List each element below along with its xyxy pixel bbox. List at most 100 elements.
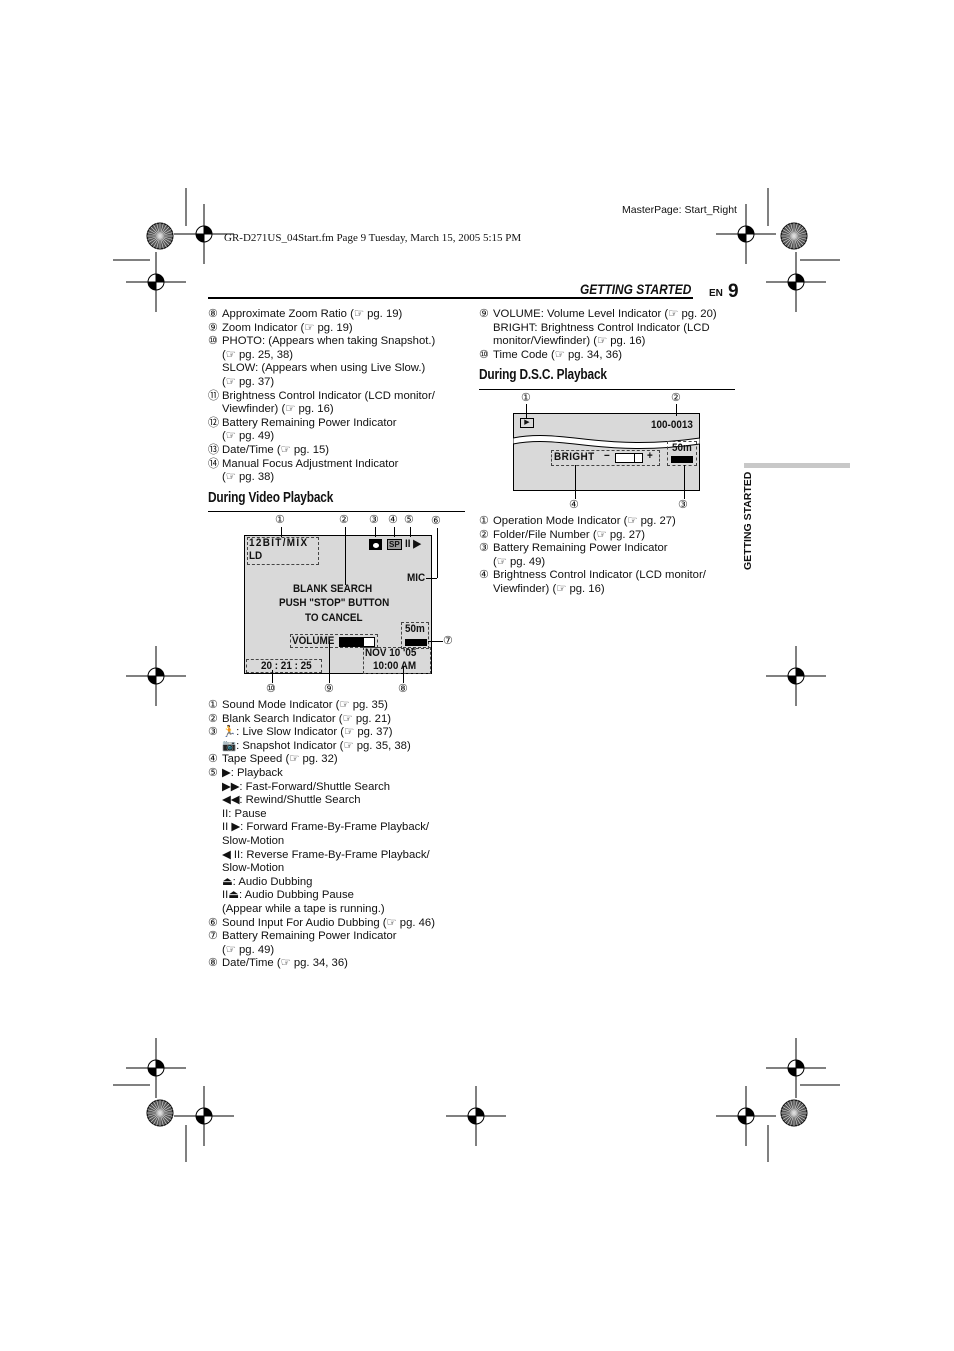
tape-speed-indicator: SP (387, 539, 402, 550)
battery-time: 50m (672, 442, 692, 454)
item-text: Battery Remaining Power Indicator (222, 930, 397, 943)
item-number: ⑧ (208, 308, 218, 320)
battery-icon (405, 639, 427, 646)
indicator-list-right: ⑨ VOLUME: Volume Level Indicator (☞ pg. 2… (479, 308, 739, 362)
leader-line (410, 527, 411, 537)
registration-crosshair (766, 252, 826, 312)
item-number: ⑨ (208, 321, 218, 334)
item-number: ③ (479, 542, 489, 555)
item-text: BRIGHT: Brightness Control Indicator (LC… (493, 321, 710, 334)
item-text: Brightness Control Indicator (LCD monito… (493, 569, 706, 582)
item-text: (☞ pg. 25, 38) (222, 348, 294, 361)
item-number: ① (208, 699, 218, 711)
battery-icon (671, 456, 693, 463)
file-number: 100-0013 (651, 419, 693, 431)
section-title-video: During Video Playback (208, 490, 334, 506)
item-text: Battery Remaining Power Indicator (222, 416, 397, 429)
item-number: ④ (208, 753, 218, 766)
callout-1: ① (275, 514, 285, 526)
item-text: ◀◀: Rewind/Shuttle Search (222, 794, 361, 807)
plus-sign: + (647, 450, 653, 462)
item-number: ⑫ (208, 416, 219, 429)
section-title-dsc: During D.S.C. Playback (479, 367, 607, 383)
blank-search-line3: TO CANCEL (305, 612, 363, 624)
registration-crosshair (126, 646, 186, 706)
callout-4: ④ (388, 514, 398, 526)
dsc-indicator-list: ① Operation Mode Indicator (☞ pg. 27) ② Fol… (479, 515, 739, 597)
list-item: ⑩ Time Code (☞ pg. 34, 36) (479, 349, 739, 363)
item-text: (☞ pg. 49) (493, 555, 546, 568)
masterpage-label: MasterPage: Start_Right (622, 204, 737, 216)
volume-label: VOLUME (292, 635, 335, 647)
item-text: 📷: Snapshot Indicator (☞ pg. 35, 38) (222, 739, 411, 752)
list-item: ⑧ Approximate Zoom Ratio (☞ pg. 19) (208, 308, 468, 322)
item-number: ⑧ (208, 957, 218, 970)
callout-10: ⑩ (266, 683, 276, 695)
list-item: ② Blank Search Indicator (☞ pg. 21) (208, 713, 468, 727)
item-text: Folder/File Number (☞ pg. 27) (493, 528, 646, 541)
item-number: ④ (479, 569, 489, 582)
registration-crosshair (446, 1086, 506, 1146)
list-item: ③ Battery Remaining Power Indicator (☞ pg.… (479, 542, 739, 569)
item-text: Time Code (☞ pg. 34, 36) (493, 348, 623, 361)
list-item: ④ Tape Speed (☞ pg. 32) (208, 753, 468, 767)
item-text: Zoom Indicator (☞ pg. 19) (222, 321, 353, 334)
mic-indicator: MIC (407, 572, 426, 584)
page-number: 9 (728, 281, 739, 302)
registration-crosshair (126, 1038, 186, 1098)
callout-5: ⑤ (404, 514, 414, 526)
item-text: ⏏: Audio Dubbing (222, 875, 313, 888)
list-item: ⑩ PHOTO: (Appears when taking Snapshot.)(… (208, 335, 468, 389)
volume-bar (339, 637, 375, 647)
list-item: ⑦ Battery Remaining Power Indicator (☞ pg.… (208, 930, 468, 957)
operation-mode-icon: ▶ (520, 418, 534, 428)
item-text: Date/Time (☞ pg. 15) (222, 443, 330, 456)
leader-line (394, 527, 395, 537)
list-item: ① Sound Mode Indicator (☞ pg. 35) (208, 699, 468, 713)
leader-line (281, 527, 282, 537)
item-text: Date/Time (☞ pg. 34, 36) (222, 957, 348, 970)
section-rule (208, 511, 465, 512)
item-text: ▶▶: Fast-Forward/Shuttle Search (222, 780, 391, 793)
list-item: ⑭ Manual Focus Adjustment Indicator (☞ pg.… (208, 458, 468, 485)
item-text: II⏏: Audio Dubbing Pause (222, 889, 354, 902)
list-item: ⑨ VOLUME: Volume Level Indicator (☞ pg. 2… (479, 308, 739, 349)
item-number: ⑬ (208, 443, 219, 456)
item-text: Battery Remaining Power Indicator (493, 542, 668, 555)
item-text: monitor/Viewfinder) (☞ pg. 16) (493, 335, 646, 348)
item-text: Approximate Zoom Ratio (☞ pg. 19) (222, 308, 403, 320)
indicator-list-continued: ⑧ Approximate Zoom Ratio (☞ pg. 19) ⑨ Zoom … (208, 308, 468, 485)
minus-sign: − (604, 450, 610, 462)
item-text: VOLUME: Volume Level Indicator (☞ pg. 20… (493, 308, 717, 320)
sound-mode-indicator: 12BIT/MIX (249, 537, 309, 549)
list-item: ② Folder/File Number (☞ pg. 27) (479, 529, 739, 543)
list-item: ③ 🏃: Live Slow Indicator (☞ pg. 37) 📷: Sna… (208, 726, 468, 753)
list-item: ⑫ Battery Remaining Power Indicator (☞ pg.… (208, 417, 468, 444)
blank-search-line1: BLANK SEARCH (293, 583, 373, 595)
dsc-callout-3: ③ (678, 499, 688, 511)
leader-line (437, 528, 438, 578)
video-indicator-list: ① Sound Mode Indicator (☞ pg. 35) ② Blank S… (208, 699, 468, 971)
item-number: ① (479, 515, 489, 527)
dsc-callout-1: ① (521, 392, 531, 404)
item-text: (☞ pg. 38) (222, 471, 275, 484)
item-text: (☞ pg. 49) (222, 943, 275, 956)
item-text: (☞ pg. 49) (222, 430, 275, 443)
dsc-callout-2: ② (671, 392, 681, 404)
file-info: GR-D271US_04Start.fm Page 9 Tuesday, Mar… (224, 232, 522, 244)
item-text: Operation Mode Indicator (☞ pg. 27) (493, 515, 676, 527)
dsc-callout-4: ④ (569, 499, 579, 511)
blank-search-line2: PUSH "STOP" BUTTON (279, 597, 390, 609)
side-tab-label: GETTING STARTED (742, 471, 754, 570)
item-text: (☞ pg. 37) (222, 375, 275, 388)
ld-indicator: LD (249, 550, 263, 562)
item-number: ⑦ (208, 930, 218, 943)
list-item: ⑤ ▶: Playback ▶▶: Fast-Forward/Shuttle Sea… (208, 767, 468, 917)
callout-3: ③ (369, 514, 379, 526)
leader-line (375, 527, 376, 537)
item-text: Sound Mode Indicator (☞ pg. 35) (222, 699, 388, 711)
item-number: ⑩ (208, 335, 218, 348)
item-text: Slow-Motion (222, 834, 285, 847)
item-text: Tape Speed (☞ pg. 32) (222, 753, 338, 766)
item-text: PHOTO: (Appears when taking Snapshot.) (222, 335, 436, 348)
